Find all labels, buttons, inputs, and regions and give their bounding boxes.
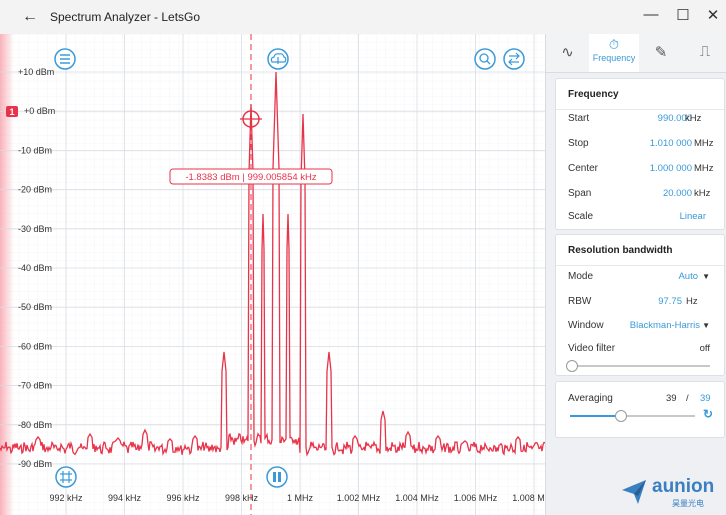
marker-readout: -1.8383 dBm | 999.005854 kHz (169, 168, 333, 185)
rbw-value[interactable]: 97.75 (658, 296, 682, 307)
tab-waveform[interactable]: ∿ (546, 34, 589, 72)
rbw-label: RBW (568, 296, 592, 307)
brand-subtitle: 昊量光电 (672, 499, 704, 508)
frequency-card: Frequency Start 990.000 kHz Stop 1.010 0… (555, 78, 725, 230)
marker-readout-text: -1.8383 dBm | 999.005854 kHz (185, 172, 317, 183)
x-axis-label: 1 MHz (287, 493, 314, 503)
divider (556, 265, 724, 266)
y-axis-label: -10 dBm (18, 145, 52, 155)
x-axis-label: 1.008 MHz (512, 493, 545, 503)
rbw-unit: Hz (686, 296, 698, 307)
y-axis-label: +10 dBm (18, 67, 54, 77)
y-axis-label: -80 dBm (18, 420, 52, 430)
averaging-separator: / (686, 393, 689, 404)
start-label: Start (568, 113, 590, 124)
divider (556, 109, 724, 110)
x-axis-label: 992 kHz (49, 493, 83, 503)
stopwatch-icon: ⏱ (608, 37, 620, 52)
menu-button[interactable] (54, 48, 76, 70)
center-unit: MHz (694, 163, 714, 174)
averaging-slider-fill (570, 415, 620, 417)
video-filter-slider-thumb[interactable] (566, 360, 578, 372)
frequency-card-title: Frequency (568, 89, 619, 100)
video-filter-value: off (699, 343, 710, 354)
x-axis-label: 998 kHz (225, 493, 259, 503)
averaging-slider-thumb[interactable] (615, 410, 627, 422)
x-axis-label: 1.002 MHz (337, 493, 381, 503)
back-arrow-icon[interactable]: ← (22, 8, 38, 26)
center-value[interactable]: 1.000 000 (650, 163, 692, 174)
averaging-card: Averaging 39 / 39 ↻ (555, 381, 725, 438)
y-axis-label: +0 dBm (24, 106, 55, 116)
brand-logo: aunion 昊量光电 (620, 474, 720, 510)
scale-label: Scale (568, 211, 594, 222)
pause-button[interactable] (266, 466, 288, 488)
x-axis-label: 1.006 MHz (454, 493, 498, 503)
dropdown-arrow-icon[interactable]: ▼ (702, 321, 710, 330)
x-axis-label: 994 kHz (108, 493, 142, 503)
pencil-icon: ✎ (654, 44, 668, 61)
span-unit: kHz (694, 188, 711, 199)
refresh-icon[interactable]: ↻ (703, 407, 713, 421)
mode-select[interactable]: Auto (678, 271, 698, 282)
span-value[interactable]: 20.000 (663, 188, 692, 199)
cloud-upload-button[interactable] (267, 48, 289, 70)
grid-toggle-button[interactable] (55, 466, 77, 488)
center-label: Center (568, 163, 599, 174)
y-axis-label: -50 dBm (18, 302, 52, 312)
brand-name: aunion (652, 476, 715, 497)
waveform-icon: ∿ (561, 44, 574, 61)
zoom-search-button[interactable] (474, 48, 496, 70)
resolution-bandwidth-card: Resolution bandwidth Mode Auto ▼ RBW 97.… (555, 234, 725, 376)
marker-number: 1 (9, 107, 14, 117)
spectrum-plot-svg: +10 dBm +0 dBm -10 dBm -20 dBm -30 dBm -40 dB… (0, 34, 545, 515)
sidebar-tabs: ∿ ⏱ Frequency ✎ ⎍ (546, 34, 726, 73)
y-axis-label: -70 dBm (18, 381, 52, 391)
averaging-label: Averaging (568, 393, 613, 404)
minimize-button[interactable]: — (640, 6, 662, 26)
window-select[interactable]: Blackman-Harris (630, 320, 700, 331)
stop-unit: MHz (694, 138, 714, 149)
tab-edit[interactable]: ✎ (639, 34, 683, 72)
rbw-card-title: Resolution bandwidth (568, 245, 673, 256)
stop-value[interactable]: 1.010 000 (650, 138, 692, 149)
tab-frequency[interactable]: ⏱ Frequency (589, 34, 639, 72)
marker-badge[interactable]: 1 (6, 106, 18, 117)
window-label: Window (568, 320, 604, 331)
settings-sidebar: ∿ ⏱ Frequency ✎ ⎍ Frequency Start 990.00… (545, 34, 726, 515)
app-title: Spectrum Analyzer - LetsGo (50, 10, 201, 24)
averaging-current: 39 (666, 393, 677, 404)
scale-value[interactable]: Linear (680, 211, 706, 222)
x-axis-label: 1.004 MHz (395, 493, 439, 503)
spectrum-plot[interactable]: +10 dBm +0 dBm -10 dBm -20 dBm -30 dBm -40 dB… (0, 34, 545, 515)
mode-label: Mode (568, 271, 594, 282)
dropdown-arrow-icon[interactable]: ▼ (702, 272, 710, 281)
span-label: Span (568, 188, 592, 199)
title-bar: ← Spectrum Analyzer - LetsGo — ☐ ✕ (0, 0, 726, 35)
start-unit: kHz (685, 113, 702, 124)
stop-label: Stop (568, 138, 589, 149)
pulse-icon: ⎍ (699, 43, 711, 60)
y-axis-label: -20 dBm (18, 185, 52, 195)
y-axis-label: -40 dBm (18, 263, 52, 273)
video-filter-slider-track[interactable] (570, 365, 710, 367)
averaging-max[interactable]: 39 (700, 393, 711, 404)
maximize-button[interactable]: ☐ (672, 6, 694, 26)
swap-arrows-button[interactable] (503, 48, 525, 70)
x-axis-labels: 992 kHz 994 kHz 996 kHz 998 kHz 1 MHz 1.002 M… (49, 493, 545, 503)
y-axis-label: -30 dBm (18, 224, 52, 234)
y-axis-label: -90 dBm (18, 459, 52, 469)
tab-pulse[interactable]: ⎍ (683, 34, 726, 72)
y-axis-label: -60 dBm (18, 341, 52, 351)
tab-frequency-label: Frequency (592, 53, 636, 63)
close-button[interactable]: ✕ (702, 6, 724, 26)
video-filter-label: Video filter (568, 343, 616, 354)
x-axis-label: 996 kHz (166, 493, 200, 503)
